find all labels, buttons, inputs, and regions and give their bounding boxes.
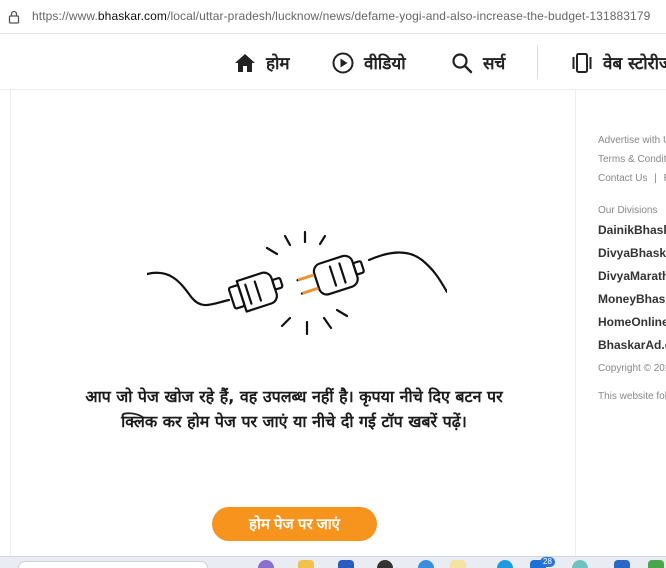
nav-search-label: सर्च (483, 54, 506, 74)
copyright-text: Copyright © 2023 (598, 363, 666, 374)
contact-row: Contact Us | Re (598, 173, 666, 184)
notification-badge: 28 (540, 557, 555, 567)
contact-link[interactable]: Contact Us (598, 173, 647, 184)
app-icon[interactable] (258, 560, 274, 568)
app-icon[interactable] (572, 560, 588, 568)
division-link[interactable]: DainikBhaskar (598, 223, 666, 237)
url-path: /local/uttar-pradesh/lucknow/news/defame… (167, 9, 651, 23)
app-icon[interactable] (377, 560, 393, 568)
address-bar[interactable]: https://www.bhaskar.com/local/uttar-prad… (0, 0, 666, 34)
search-icon (452, 52, 473, 73)
url-text[interactable]: https://www.bhaskar.com/local/uttar-prad… (32, 9, 650, 23)
go-home-button[interactable]: होम पेज पर जाएं (212, 507, 377, 541)
url-host: bhaskar.com (97, 9, 168, 23)
app-icon[interactable] (497, 560, 513, 568)
division-link[interactable]: BhaskarAd.com (598, 338, 666, 352)
nav-web-stories[interactable]: वेब स्टोरीज (571, 35, 666, 90)
url-prefix: https://www. (32, 9, 98, 23)
home-icon (235, 53, 255, 72)
lock-icon (8, 10, 20, 24)
nav-divider (537, 45, 538, 79)
nav-home[interactable]: होम (234, 35, 290, 90)
app-icon[interactable] (648, 560, 664, 568)
nav-video[interactable]: वीडियो (332, 35, 406, 90)
play-circle-icon (332, 52, 354, 73)
web-stories-icon (572, 52, 592, 73)
divisions-title: Our Divisions (598, 205, 658, 216)
edge-icon[interactable] (418, 560, 434, 568)
top-navigation: होम वीडियो सर्च वेब स्टोरीज (0, 35, 666, 90)
advertise-link[interactable]: Advertise with Us (598, 135, 666, 146)
link-separator: | (654, 173, 657, 184)
terms-link[interactable]: Terms & Conditions (598, 154, 666, 165)
taskbar-search-box[interactable] (18, 561, 208, 568)
nav-video-label: वीडियो (364, 54, 406, 74)
division-link[interactable]: DivyaBhaskar (598, 246, 666, 260)
right-sidebar: Advertise with Us Terms & Conditions Con… (598, 130, 666, 410)
page-not-found-message: आप जो पेज खोज रहे हैं, वह उपलब्ध नहीं है… (85, 387, 503, 431)
taskbar: 28 (0, 556, 666, 568)
division-link[interactable]: MoneyBhaskar (598, 292, 666, 306)
disclaimer-text: This website follows (598, 391, 666, 402)
nav-web-stories-label: वेब स्टोरीज (603, 54, 666, 74)
main-content: आप जो पेज खोज रहे हैं, वह उपलब्ध नहीं है… (10, 90, 576, 556)
unplugged-cable-icon (147, 230, 447, 336)
nav-home-label: होम (266, 54, 290, 74)
folder-icon[interactable] (298, 560, 314, 568)
division-link[interactable]: HomeOnline (598, 315, 666, 329)
nav-search[interactable]: सर्च (451, 35, 505, 90)
app-icon[interactable] (450, 560, 466, 568)
app-icon[interactable] (614, 560, 630, 568)
app-icon[interactable] (338, 560, 354, 568)
division-link[interactable]: DivyaMarathi (598, 269, 666, 283)
